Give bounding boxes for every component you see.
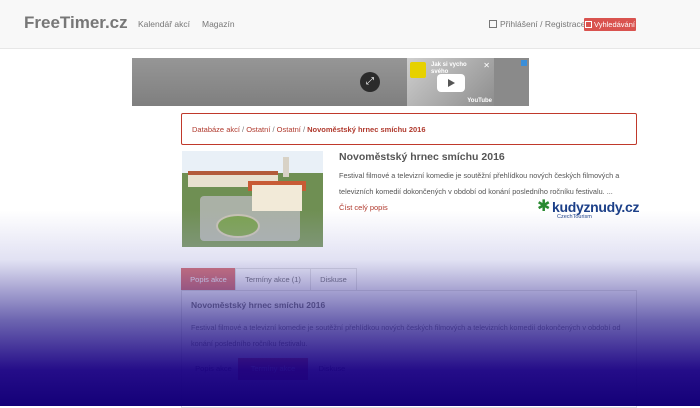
ad-video[interactable]: Jak si vycho svého ✕ YouTube: [407, 58, 494, 106]
read-more-link[interactable]: Číst celý popis: [339, 203, 388, 212]
event-photo[interactable]: [182, 151, 323, 247]
nav-kalendar-akci[interactable]: Kalendář akcí: [138, 19, 190, 29]
breadcrumb-current: Novoměstský hrnec smíchu 2016: [307, 125, 426, 134]
subtab-diskuse[interactable]: Diskuse: [312, 358, 352, 380]
login-label: Přihlášení / Registrace: [500, 19, 586, 29]
tab-diskuse[interactable]: Diskuse: [310, 268, 357, 291]
breadcrumb-item[interactable]: Ostatní: [246, 125, 270, 134]
expand-icon[interactable]: ⤢: [360, 72, 380, 92]
event-description: Festival filmové a televizní komedie je …: [339, 171, 620, 196]
play-icon[interactable]: [437, 74, 465, 92]
panel-text: Festival filmové a televizní komedie je …: [191, 323, 621, 348]
nav-magazin[interactable]: Magazín: [202, 19, 235, 29]
search-icon: [584, 21, 592, 28]
search-button-label: Vyhledávání: [593, 20, 635, 29]
ad-banner[interactable]: ⤢ Jak si vycho svého ✕ YouTube: [132, 58, 529, 106]
user-icon: [489, 20, 497, 28]
subtab-terminy-akce[interactable]: Termíny akce: [238, 358, 308, 380]
brand-logo[interactable]: FreeTimer.cz: [24, 13, 128, 33]
event-title: Novoměstský hrnec smíchu 2016: [339, 151, 505, 163]
breadcrumb-item[interactable]: Databáze akcí: [192, 125, 240, 134]
close-icon[interactable]: ✕: [483, 61, 490, 70]
breadcrumb-trail: Databáze akcí / Ostatní / Ostatní / Novo…: [192, 125, 426, 134]
tab-popis-akce[interactable]: Popis akce: [181, 268, 236, 291]
channel-logo-icon: [410, 62, 426, 78]
search-button[interactable]: Vyhledávání: [584, 18, 636, 31]
tab-panel: Novoměstský hrnec smíchu 2016 Festival f…: [181, 290, 637, 408]
event-tabs: Popis akce Termíny akce (1) Diskuse: [181, 268, 636, 291]
subtab-popis-akce[interactable]: Popis akce: [191, 358, 236, 380]
partner-logo-text: kudyznudy.cz: [552, 199, 640, 215]
partner-logo-sub: CzechTourism: [557, 214, 592, 220]
video-source-label: YouTube: [467, 98, 492, 104]
top-navbar: FreeTimer.cz Kalendář akcí Magazín Přihl…: [0, 0, 700, 49]
kudyznudy-icon: ✱: [537, 198, 551, 215]
login-link[interactable]: Přihlášení / Registrace: [489, 19, 586, 29]
breadcrumb-item[interactable]: Ostatní: [277, 125, 301, 134]
tab-terminy-akce[interactable]: Termíny akce (1): [235, 268, 311, 291]
breadcrumb: Databáze akcí / Ostatní / Ostatní / Novo…: [181, 113, 637, 145]
ad-choices-icon[interactable]: [521, 60, 527, 66]
panel-title: Novoměstský hrnec smíchu 2016: [191, 300, 326, 310]
